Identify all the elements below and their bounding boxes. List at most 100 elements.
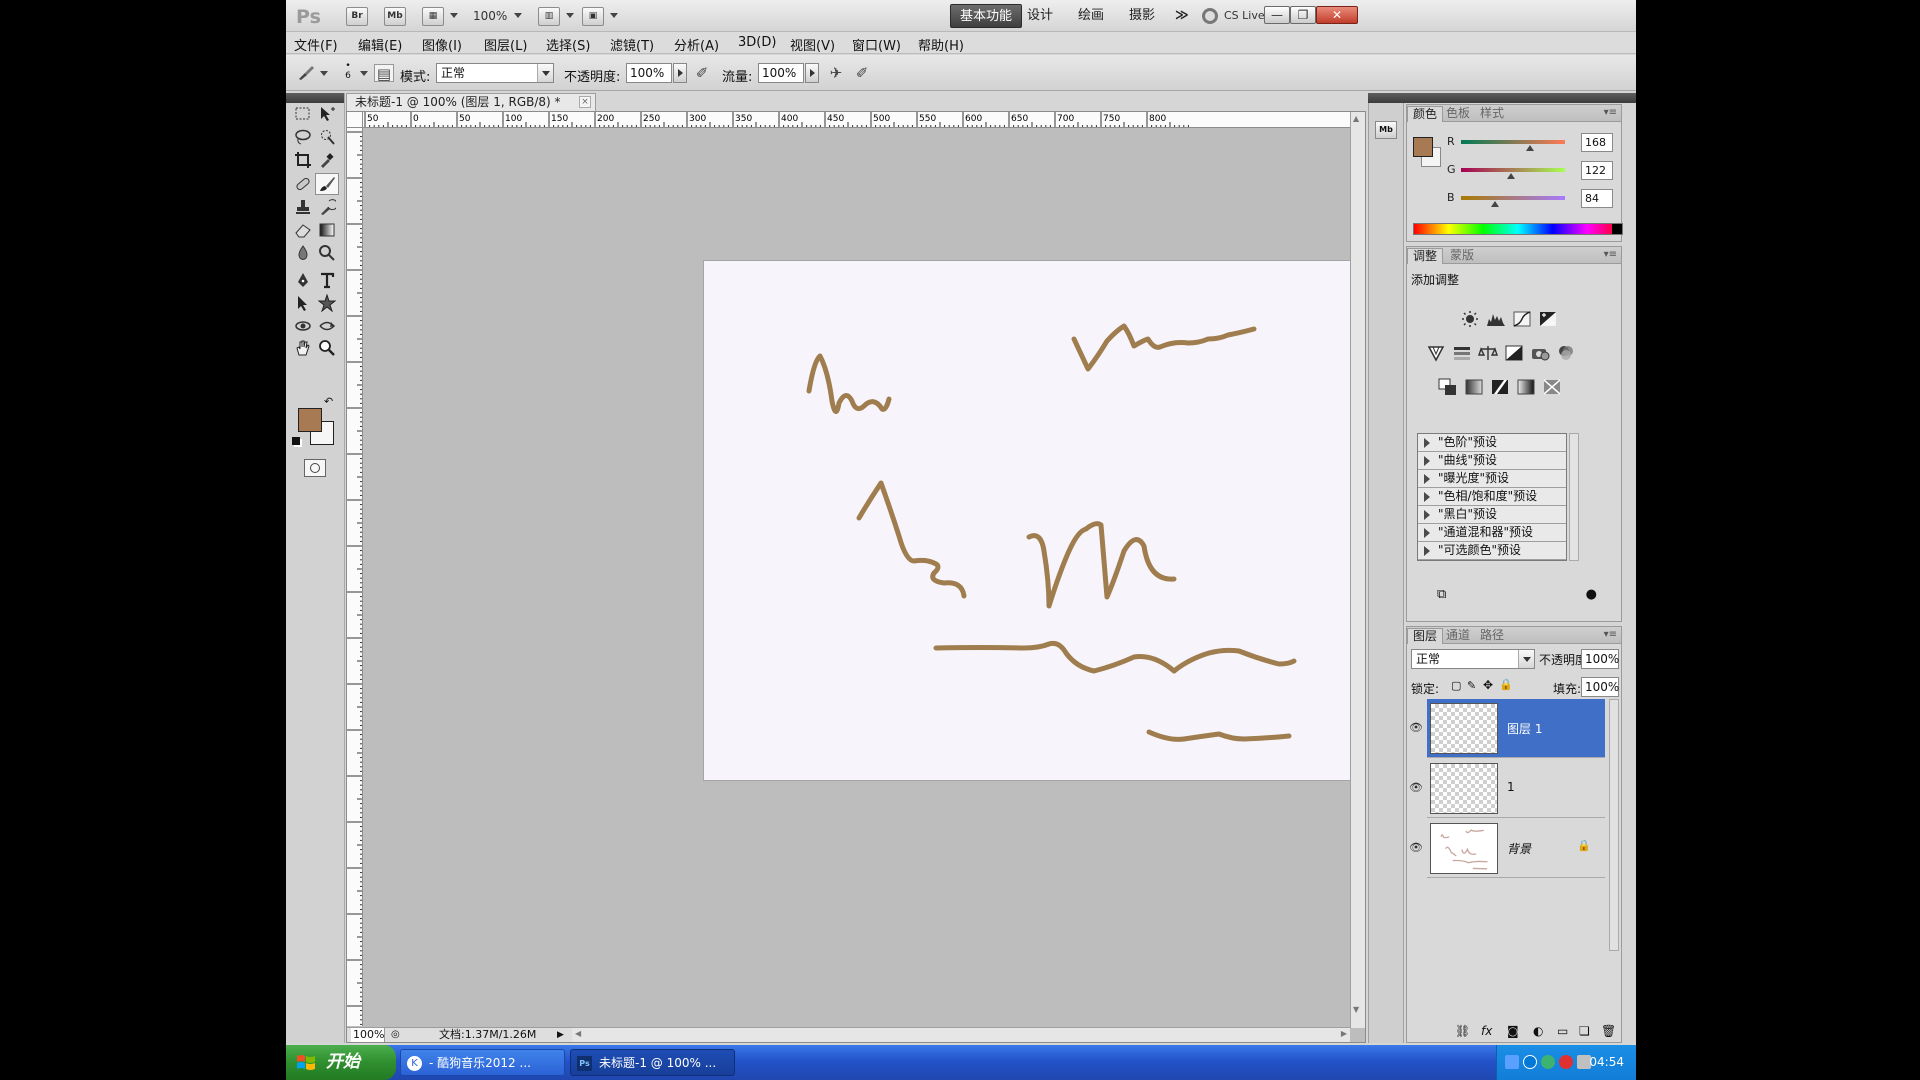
zoom-level[interactable]: 100%	[473, 9, 507, 23]
selective-color-icon[interactable]	[1541, 377, 1563, 397]
healing-brush-tool-icon[interactable]	[291, 173, 315, 195]
eye-icon[interactable]: 👁	[1409, 841, 1423, 854]
levels-icon[interactable]	[1485, 309, 1507, 329]
panel-dock-header[interactable]	[1368, 93, 1636, 103]
menu-window[interactable]: 窗口(W)	[852, 35, 901, 54]
layer-row[interactable]: 👁 背景 🔒	[1409, 819, 1605, 878]
menu-select[interactable]: 选择(S)	[546, 35, 590, 54]
delete-layer-icon[interactable]: 🗑	[1601, 1024, 1616, 1038]
link-layers-icon[interactable]: ⛓	[1455, 1024, 1470, 1038]
screen-mode-dropdown-icon[interactable]	[610, 13, 618, 18]
taskbar-item-photoshop[interactable]: Ps 未标题-1 @ 100% ...	[570, 1049, 735, 1076]
menu-image[interactable]: 图像(I)	[422, 35, 462, 54]
preset-exposure[interactable]: "曝光度"预设	[1418, 470, 1566, 488]
tab-styles[interactable]: 样式	[1475, 106, 1509, 122]
fill-input[interactable]: 100%	[1581, 677, 1619, 697]
move-tool-icon[interactable]	[315, 103, 339, 125]
lock-image-icon[interactable]: ✎	[1467, 679, 1476, 692]
green-slider-handle[interactable]	[1506, 173, 1515, 179]
eraser-tool-icon[interactable]	[291, 219, 315, 241]
flow-input[interactable]: 100%	[758, 63, 804, 83]
horizontal-scrollbar[interactable]: ◀ ▶	[572, 1027, 1350, 1042]
panel-menu-icon[interactable]: ▾≡	[1604, 249, 1617, 260]
layer-name[interactable]: 1	[1507, 780, 1515, 794]
red-value-input[interactable]: 168	[1581, 133, 1613, 152]
menu-file[interactable]: 文件(F)	[294, 35, 338, 54]
gradient-tool-icon[interactable]	[315, 219, 339, 241]
tab-masks[interactable]: 蒙版	[1445, 248, 1479, 264]
airbrush-icon[interactable]: ✈	[826, 64, 846, 82]
curves-icon[interactable]	[1511, 309, 1533, 329]
close-document-icon[interactable]: ×	[579, 96, 591, 108]
mini-bridge-panel-button[interactable]: Mb	[1375, 121, 1397, 139]
blue-slider-handle[interactable]	[1491, 201, 1500, 207]
layer-style-icon[interactable]: fx	[1481, 1024, 1492, 1038]
type-tool-icon[interactable]	[315, 269, 339, 291]
lock-transparency-icon[interactable]: ▢	[1451, 679, 1461, 692]
view-extras-dropdown-icon[interactable]	[450, 13, 458, 18]
menu-layer[interactable]: 图层(L)	[484, 35, 527, 54]
mode-select[interactable]: 正常	[436, 63, 554, 83]
red-channel-slider[interactable]	[1461, 140, 1565, 144]
close-button[interactable]: ✕	[1316, 6, 1358, 24]
lock-all-icon[interactable]: 🔒	[1499, 678, 1513, 691]
eyedropper-tool-icon[interactable]	[315, 149, 339, 171]
3d-rotate-tool-icon[interactable]	[291, 315, 315, 337]
tab-channels[interactable]: 通道	[1441, 628, 1475, 644]
pen-tool-icon[interactable]	[291, 269, 315, 291]
quick-mask-icon[interactable]	[304, 459, 326, 477]
horizontal-ruler[interactable]: 50 0 50 100 150 200 250 300 350 400 450 500 550 600 65…	[363, 112, 1350, 128]
more-workspaces-button[interactable]: ≫	[1166, 4, 1198, 28]
preset-curves[interactable]: "曲线"预设	[1418, 452, 1566, 470]
tab-adjustments[interactable]: 调整	[1407, 248, 1444, 264]
posterize-icon[interactable]	[1463, 377, 1485, 397]
panel-menu-icon[interactable]: ▾≡	[1604, 629, 1617, 640]
tool-preset-dropdown-icon[interactable]	[320, 71, 328, 76]
workspace-essentials[interactable]: 基本功能	[950, 4, 1023, 28]
hue-saturation-icon[interactable]	[1451, 343, 1473, 363]
menu-3d[interactable]: 3D(D)	[738, 35, 776, 50]
layer-row[interactable]: 👁 1	[1409, 759, 1605, 818]
view-extras-button[interactable]: ▦	[422, 7, 444, 26]
visibility-toggle-icon[interactable]: ●	[1586, 587, 1597, 602]
start-button[interactable]: 开始	[286, 1045, 396, 1080]
zoom-dropdown-icon[interactable]	[514, 13, 522, 18]
workspace-painting[interactable]: 绘画	[1069, 4, 1113, 28]
presets-scrollbar[interactable]	[1569, 433, 1579, 561]
history-brush-tool-icon[interactable]	[315, 196, 339, 218]
brush-picker[interactable]: • 6	[338, 61, 358, 87]
color-spectrum-ramp[interactable]	[1413, 223, 1623, 235]
preset-hue-saturation[interactable]: "色相/饱和度"预设	[1418, 488, 1566, 506]
eye-icon[interactable]: 👁	[1409, 781, 1423, 794]
brush-tool-preset-icon[interactable]	[296, 64, 316, 82]
screen-mode-button[interactable]: ▣	[582, 7, 604, 26]
new-layer-icon[interactable]: ❏	[1579, 1024, 1590, 1038]
tab-swatches[interactable]: 色板	[1441, 106, 1475, 122]
tab-paths[interactable]: 路径	[1475, 628, 1509, 644]
lock-position-icon[interactable]: ✥	[1483, 678, 1493, 692]
security-icon[interactable]	[1559, 1055, 1573, 1069]
tab-layers[interactable]: 图层	[1407, 628, 1444, 644]
color-balance-icon[interactable]	[1477, 343, 1499, 363]
cs-live-icon[interactable]	[1202, 8, 1218, 24]
opacity-input[interactable]: 100%	[626, 63, 672, 83]
lasso-tool-icon[interactable]	[291, 126, 315, 148]
green-channel-slider[interactable]	[1461, 168, 1565, 172]
preset-black-white[interactable]: "黑白"预设	[1418, 506, 1566, 524]
brush-picker-dropdown-icon[interactable]	[360, 71, 368, 76]
layer-opacity-input[interactable]: 100%	[1581, 649, 1619, 669]
vertical-ruler[interactable]	[347, 128, 363, 1026]
workspace-photography[interactable]: 摄影	[1120, 4, 1164, 28]
green-value-input[interactable]: 122	[1581, 161, 1613, 180]
foreground-color-swatch[interactable]	[298, 408, 322, 432]
ruler-origin[interactable]	[347, 112, 363, 128]
layer-name[interactable]: 背景	[1507, 840, 1531, 857]
layer-row[interactable]: 👁 图层 1	[1409, 699, 1605, 758]
gradient-map-icon[interactable]	[1515, 377, 1537, 397]
opacity-slider-toggle[interactable]	[673, 63, 687, 83]
tray-collapse-icon[interactable]	[1523, 1055, 1537, 1069]
dodge-tool-icon[interactable]	[315, 242, 339, 264]
arrange-documents-button[interactable]: ▥	[538, 7, 560, 26]
eye-icon[interactable]: 👁	[1409, 721, 1423, 734]
red-slider-handle[interactable]	[1525, 145, 1534, 151]
